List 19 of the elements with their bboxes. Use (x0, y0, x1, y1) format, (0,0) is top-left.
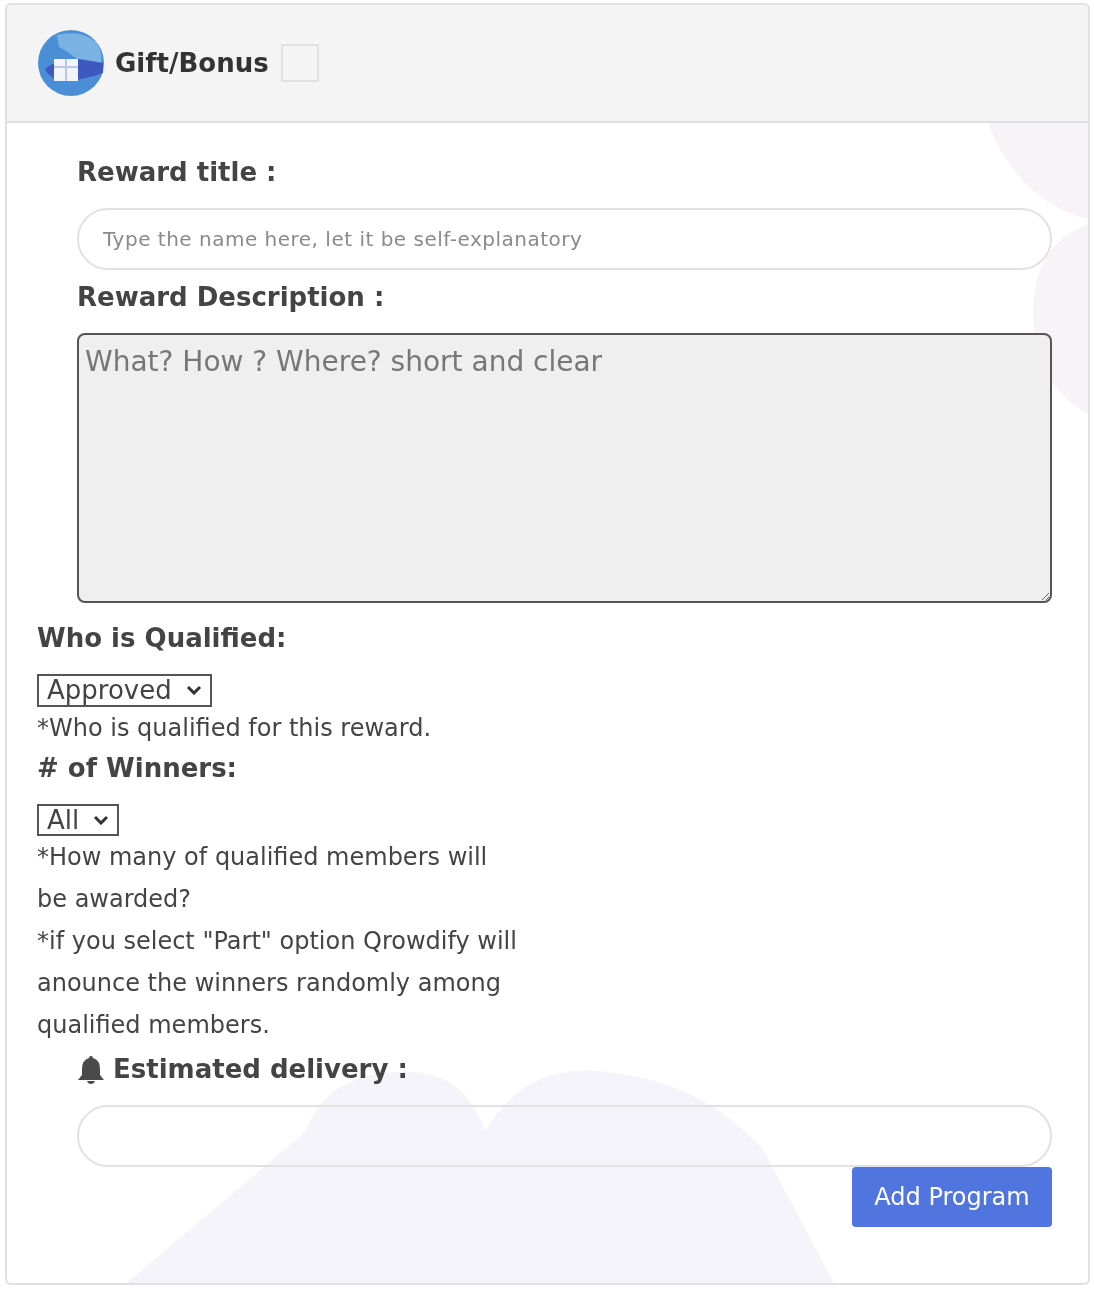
field-label: Estimated delivery : (113, 1053, 408, 1087)
help-text: *How many of qualified members will be awarded? (37, 842, 489, 916)
bell-icon (77, 1054, 105, 1085)
card-title: Gift/Bonus (115, 46, 269, 80)
winners-dropdown[interactable]: All (37, 803, 120, 837)
field-label: Reward title : (77, 156, 278, 189)
qualified-dropdown[interactable]: Approved (37, 674, 212, 707)
field-label: Who is Qualified: (37, 622, 288, 655)
field-label: # of Winners: (37, 751, 238, 785)
caret-icon (185, 685, 202, 696)
caret-icon (93, 814, 110, 825)
reward-title-field[interactable]: Type the name here, let it be self-explanatory (77, 208, 1052, 270)
estimated-delivery-field[interactable] (77, 1105, 1052, 1168)
help-text: *Who is qualified for this reward. (37, 712, 433, 744)
gift-logo-icon (37, 29, 105, 97)
help-text: *if you select "Part" option Qrowdify will anounce the winners randomly among qualified members. (37, 926, 517, 1042)
reward-description-field[interactable]: What? How ? Where? short and clear (77, 333, 1052, 603)
add-program-button[interactable]: Add Program (852, 1167, 1052, 1228)
field-label: Reward Description : (77, 281, 386, 314)
